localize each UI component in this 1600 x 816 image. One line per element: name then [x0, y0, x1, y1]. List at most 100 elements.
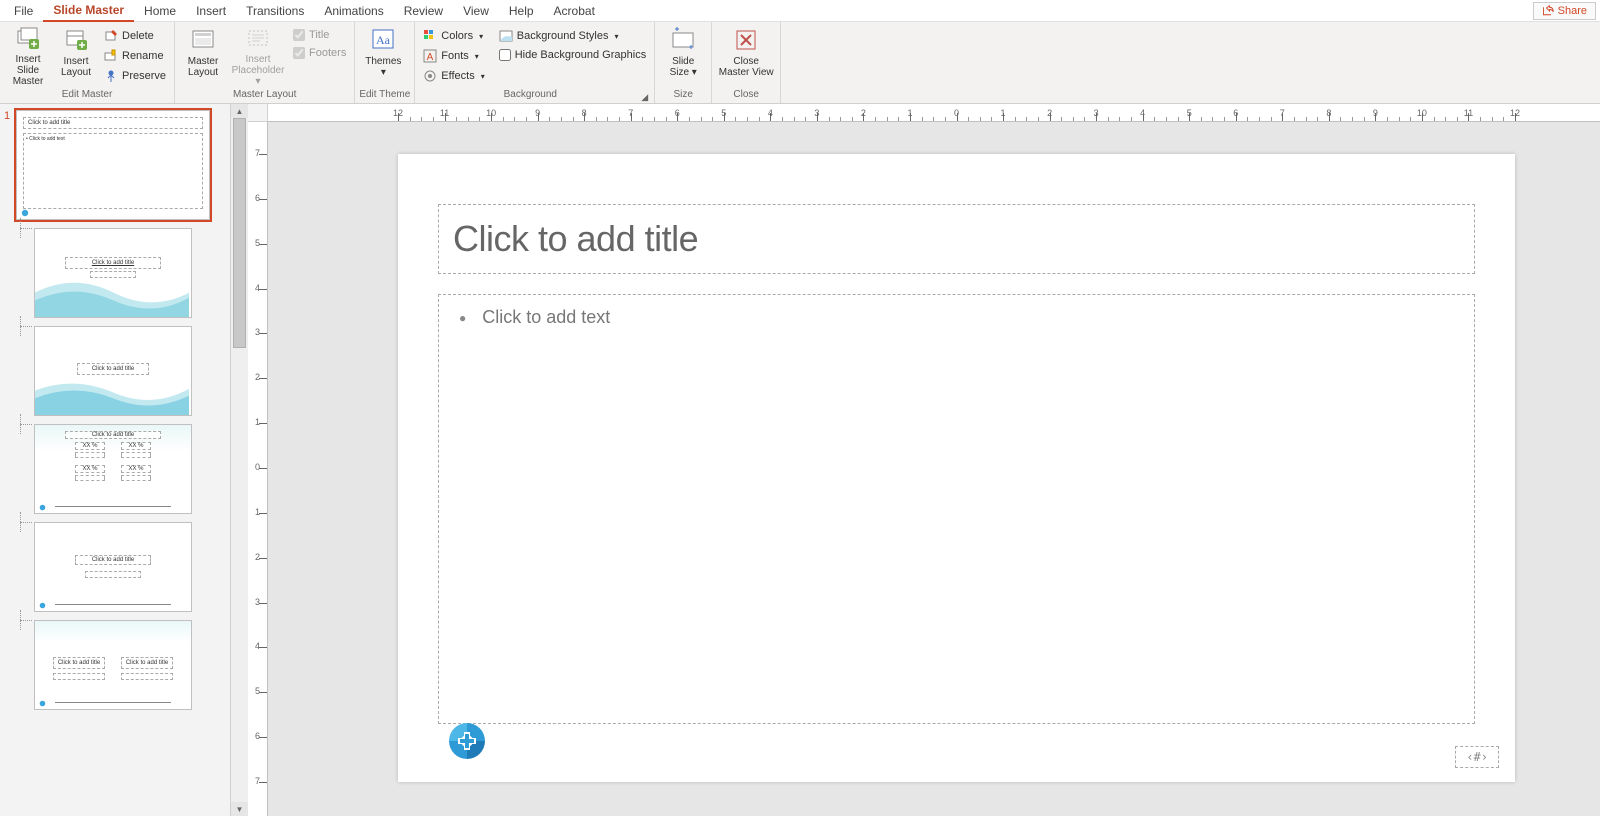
thumb-body: • Click to add text [23, 133, 203, 209]
background-styles-button[interactable]: Background Styles▾ [495, 26, 650, 46]
menu-acrobat[interactable]: Acrobat [544, 1, 605, 21]
rename-label: Rename [122, 50, 164, 62]
menu-insert[interactable]: Insert [186, 1, 236, 21]
background-dialog-launcher[interactable]: ◢ [641, 92, 648, 103]
layout-row: Click to add title [4, 326, 226, 416]
master-layout-icon [189, 26, 217, 54]
insert-placeholder-button[interactable]: InsertPlaceholder ▾ [229, 26, 287, 86]
thumbnail-panel: 1 Click to add title • Click to add text… [0, 104, 248, 816]
thumb-subtitle [90, 271, 136, 278]
footers-checkbox-input [293, 47, 305, 59]
layout-thumbnail-2[interactable]: Click to add title [34, 326, 192, 416]
menu-home[interactable]: Home [134, 1, 186, 21]
body-placeholder[interactable]: Click to add text [438, 294, 1475, 724]
vertical-ruler[interactable]: 765432101234567 [248, 122, 268, 816]
title-checkbox-label: Title [309, 29, 329, 41]
title-checkbox-input [293, 29, 305, 41]
thumb-title: Click to add title [75, 555, 151, 565]
insert-slide-master-button[interactable]: Insert SlideMaster [4, 26, 52, 86]
preserve-icon [104, 69, 118, 83]
svg-text:A: A [427, 52, 434, 63]
thumb-logo-icon [39, 700, 46, 707]
layout-row: Click to add title XX % XX % XX % XX % [4, 424, 226, 514]
thumb-sub-a [53, 673, 105, 680]
layout-thumbnail-1[interactable]: Click to add title [34, 228, 192, 318]
insert-layout-button[interactable]: InsertLayout [54, 26, 98, 86]
insert-layout-icon [62, 26, 90, 54]
master-layout-button[interactable]: MasterLayout [179, 26, 227, 86]
master-thumbnail[interactable]: Click to add title • Click to add text [16, 110, 210, 220]
hide-background-label: Hide Background Graphics [515, 49, 646, 61]
ruler-corner [248, 104, 268, 122]
menu-view[interactable]: View [453, 1, 499, 21]
ribbon-group-edit-master: Insert SlideMaster InsertLayout Delete R… [0, 22, 175, 103]
hide-background-checkbox[interactable]: Hide Background Graphics [495, 46, 650, 64]
thumb-title-b: Click to add title [121, 657, 173, 669]
thumbnail-scrollbar[interactable]: ▲ ▼ [230, 104, 248, 816]
thumb-title: Click to add title [65, 257, 161, 269]
effects-icon [423, 69, 437, 83]
hide-background-input[interactable] [499, 49, 511, 61]
workspace: 1 Click to add title • Click to add text… [0, 104, 1600, 816]
preserve-label: Preserve [122, 70, 166, 82]
edit-theme-group-label: Edit Theme [359, 89, 410, 103]
thumb-title: Click to add title [77, 363, 149, 375]
master-thumbnail-row: 1 Click to add title • Click to add text [4, 110, 226, 220]
slide-canvas[interactable]: Click to add title Click to add text [268, 122, 1600, 816]
scroll-track[interactable] [231, 118, 248, 802]
title-placeholder[interactable]: Click to add title [438, 204, 1475, 274]
layout-thumbnail-3[interactable]: Click to add title XX % XX % XX % XX % [34, 424, 192, 514]
preserve-button[interactable]: Preserve [100, 66, 170, 86]
delete-button[interactable]: Delete [100, 26, 170, 46]
rename-button[interactable]: Rename [100, 46, 170, 66]
size-group-label: Size [659, 89, 707, 103]
footers-checkbox-label: Footers [309, 47, 346, 59]
master-layout-group-label: Master Layout [179, 89, 350, 103]
thumb-xx3: XX % [75, 465, 105, 473]
fonts-button[interactable]: A Fonts▾ [419, 46, 488, 66]
effects-button[interactable]: Effects▾ [419, 66, 488, 86]
layout-thumbnail-4[interactable]: Click to add title [34, 522, 192, 612]
slide-size-button[interactable]: SlideSize ▾ [659, 26, 707, 86]
layout-row: Click to add title Click to add title [4, 620, 226, 710]
svg-text:Aa: Aa [376, 33, 391, 47]
thumb-logo-icon [39, 602, 46, 609]
thumb-xx2: XX % [121, 442, 151, 450]
slide[interactable]: Click to add title Click to add text [398, 154, 1515, 782]
layout-row: Click to add title [4, 522, 226, 612]
colors-button[interactable]: Colors▾ [419, 26, 488, 46]
thumb-xx4: XX % [121, 465, 151, 473]
themes-icon: Aa [369, 26, 397, 54]
close-master-view-button[interactable]: CloseMaster View [716, 26, 776, 86]
menu-slide-master[interactable]: Slide Master [43, 0, 134, 22]
background-styles-icon [499, 29, 513, 43]
menu-animations[interactable]: Animations [314, 1, 393, 21]
share-button[interactable]: Share [1533, 2, 1596, 20]
scroll-down-button[interactable]: ▼ [231, 802, 248, 816]
thumbnail-list[interactable]: 1 Click to add title • Click to add text… [0, 104, 230, 816]
thumb-desc2 [121, 452, 151, 458]
scroll-up-button[interactable]: ▲ [231, 104, 248, 118]
thumb-xx1: XX % [75, 442, 105, 450]
ribbon: Insert SlideMaster InsertLayout Delete R… [0, 22, 1600, 104]
edit-master-group-label: Edit Master [4, 89, 170, 103]
slide-size-label: SlideSize ▾ [670, 56, 697, 78]
horizontal-ruler[interactable]: 1211109876543210123456789101112 [268, 104, 1600, 122]
slide-number-placeholder[interactable]: ‹#› [1455, 746, 1499, 768]
rename-icon [104, 49, 118, 63]
close-group-label: Close [716, 89, 776, 103]
menu-file[interactable]: File [4, 1, 43, 21]
menu-review[interactable]: Review [394, 1, 453, 21]
menu-transitions[interactable]: Transitions [236, 1, 314, 21]
menu-help[interactable]: Help [499, 1, 544, 21]
master-layout-label: MasterLayout [188, 56, 219, 78]
thumb-title-a: Click to add title [53, 657, 105, 669]
layout-thumbnail-5[interactable]: Click to add title Click to add title [34, 620, 192, 710]
scroll-thumb[interactable] [233, 118, 246, 348]
delete-label: Delete [122, 30, 154, 42]
footers-checkbox: Footers [289, 44, 350, 62]
delete-icon [104, 29, 118, 43]
thumb-logo-icon [21, 209, 29, 217]
themes-button[interactable]: Aa Themes▾ [359, 26, 407, 86]
ribbon-group-master-layout: MasterLayout InsertPlaceholder ▾ Title F… [175, 22, 355, 103]
